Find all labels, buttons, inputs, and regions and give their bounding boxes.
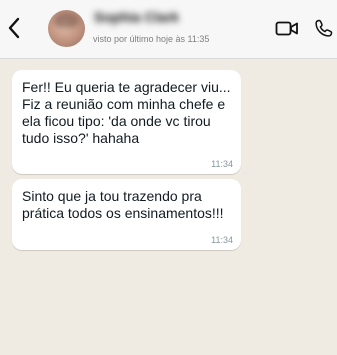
- message-text: Fer!! Eu queria te agradecer viu... Fiz …: [22, 79, 231, 146]
- back-button[interactable]: [4, 13, 24, 43]
- chat-area: Fer!! Eu queria te agradecer viu... Fiz …: [0, 59, 337, 355]
- message-timestamp: 11:34: [211, 235, 233, 245]
- phone-icon: [315, 19, 333, 37]
- chevron-left-icon: [8, 17, 20, 39]
- incoming-message-bubble[interactable]: Sinto que ja tou trazendo pra prática to…: [12, 179, 241, 250]
- contact-name[interactable]: Sophia Clark: [94, 9, 178, 25]
- last-seen-status: visto por último hoje às 11:35: [93, 34, 210, 44]
- video-call-button[interactable]: [275, 19, 299, 39]
- incoming-message-bubble[interactable]: Fer!! Eu queria te agradecer viu... Fiz …: [12, 70, 241, 174]
- message-text: Sinto que ja tou trazendo pra prática to…: [22, 188, 224, 221]
- video-camera-icon: [275, 21, 298, 36]
- message-timestamp: 11:34: [211, 159, 233, 169]
- chat-header: Sophia Clark visto por último hoje às 11…: [0, 0, 337, 59]
- avatar[interactable]: [48, 10, 85, 47]
- voice-call-button[interactable]: [313, 18, 333, 38]
